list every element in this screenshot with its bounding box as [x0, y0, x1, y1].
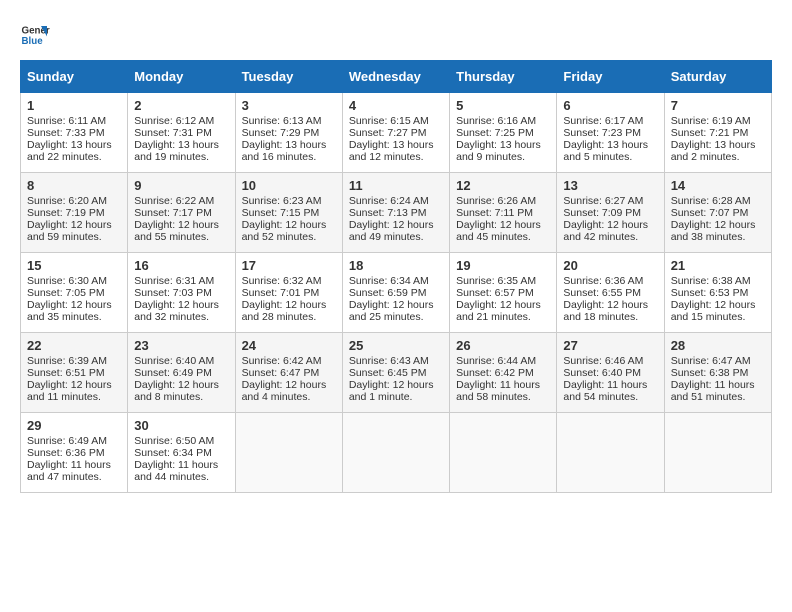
calendar-day: 5Sunrise: 6:16 AMSunset: 7:25 PMDaylight…: [450, 93, 557, 173]
calendar-day: 7Sunrise: 6:19 AMSunset: 7:21 PMDaylight…: [664, 93, 771, 173]
day-of-week-header: Sunday: [21, 61, 128, 93]
calendar-day: 28Sunrise: 6:47 AMSunset: 6:38 PMDayligh…: [664, 333, 771, 413]
calendar-day: 18Sunrise: 6:34 AMSunset: 6:59 PMDayligh…: [342, 253, 449, 333]
calendar-day: 6Sunrise: 6:17 AMSunset: 7:23 PMDaylight…: [557, 93, 664, 173]
calendar-day: 21Sunrise: 6:38 AMSunset: 6:53 PMDayligh…: [664, 253, 771, 333]
calendar-day: 26Sunrise: 6:44 AMSunset: 6:42 PMDayligh…: [450, 333, 557, 413]
calendar-day: [557, 413, 664, 493]
calendar-day: 29Sunrise: 6:49 AMSunset: 6:36 PMDayligh…: [21, 413, 128, 493]
calendar-day: [235, 413, 342, 493]
calendar-day: 20Sunrise: 6:36 AMSunset: 6:55 PMDayligh…: [557, 253, 664, 333]
calendar-day: [342, 413, 449, 493]
logo: General Blue: [20, 20, 50, 50]
calendar-day: 10Sunrise: 6:23 AMSunset: 7:15 PMDayligh…: [235, 173, 342, 253]
calendar-day: 2Sunrise: 6:12 AMSunset: 7:31 PMDaylight…: [128, 93, 235, 173]
calendar-day: 25Sunrise: 6:43 AMSunset: 6:45 PMDayligh…: [342, 333, 449, 413]
calendar-day: 17Sunrise: 6:32 AMSunset: 7:01 PMDayligh…: [235, 253, 342, 333]
day-of-week-header: Monday: [128, 61, 235, 93]
calendar-day: 19Sunrise: 6:35 AMSunset: 6:57 PMDayligh…: [450, 253, 557, 333]
day-of-week-header: Wednesday: [342, 61, 449, 93]
svg-text:Blue: Blue: [22, 36, 44, 47]
calendar-day: 4Sunrise: 6:15 AMSunset: 7:27 PMDaylight…: [342, 93, 449, 173]
calendar-week-row: 29Sunrise: 6:49 AMSunset: 6:36 PMDayligh…: [21, 413, 772, 493]
calendar-day: 14Sunrise: 6:28 AMSunset: 7:07 PMDayligh…: [664, 173, 771, 253]
calendar-day: 13Sunrise: 6:27 AMSunset: 7:09 PMDayligh…: [557, 173, 664, 253]
page-header: General Blue: [20, 20, 772, 50]
calendar-week-row: 1Sunrise: 6:11 AMSunset: 7:33 PMDaylight…: [21, 93, 772, 173]
calendar-day: 27Sunrise: 6:46 AMSunset: 6:40 PMDayligh…: [557, 333, 664, 413]
calendar-day: 1Sunrise: 6:11 AMSunset: 7:33 PMDaylight…: [21, 93, 128, 173]
calendar-table: SundayMondayTuesdayWednesdayThursdayFrid…: [20, 60, 772, 493]
calendar-day: 11Sunrise: 6:24 AMSunset: 7:13 PMDayligh…: [342, 173, 449, 253]
calendar-day: 3Sunrise: 6:13 AMSunset: 7:29 PMDaylight…: [235, 93, 342, 173]
days-header-row: SundayMondayTuesdayWednesdayThursdayFrid…: [21, 61, 772, 93]
logo-icon: General Blue: [20, 20, 50, 50]
calendar-day: 12Sunrise: 6:26 AMSunset: 7:11 PMDayligh…: [450, 173, 557, 253]
calendar-day: 24Sunrise: 6:42 AMSunset: 6:47 PMDayligh…: [235, 333, 342, 413]
day-of-week-header: Friday: [557, 61, 664, 93]
calendar-day: 9Sunrise: 6:22 AMSunset: 7:17 PMDaylight…: [128, 173, 235, 253]
calendar-day: 16Sunrise: 6:31 AMSunset: 7:03 PMDayligh…: [128, 253, 235, 333]
calendar-week-row: 8Sunrise: 6:20 AMSunset: 7:19 PMDaylight…: [21, 173, 772, 253]
calendar-week-row: 22Sunrise: 6:39 AMSunset: 6:51 PMDayligh…: [21, 333, 772, 413]
day-of-week-header: Thursday: [450, 61, 557, 93]
day-of-week-header: Saturday: [664, 61, 771, 93]
calendar-day: 22Sunrise: 6:39 AMSunset: 6:51 PMDayligh…: [21, 333, 128, 413]
calendar-day: [664, 413, 771, 493]
calendar-day: 30Sunrise: 6:50 AMSunset: 6:34 PMDayligh…: [128, 413, 235, 493]
calendar-day: 8Sunrise: 6:20 AMSunset: 7:19 PMDaylight…: [21, 173, 128, 253]
day-of-week-header: Tuesday: [235, 61, 342, 93]
calendar-day: [450, 413, 557, 493]
calendar-week-row: 15Sunrise: 6:30 AMSunset: 7:05 PMDayligh…: [21, 253, 772, 333]
calendar-day: 15Sunrise: 6:30 AMSunset: 7:05 PMDayligh…: [21, 253, 128, 333]
calendar-day: 23Sunrise: 6:40 AMSunset: 6:49 PMDayligh…: [128, 333, 235, 413]
